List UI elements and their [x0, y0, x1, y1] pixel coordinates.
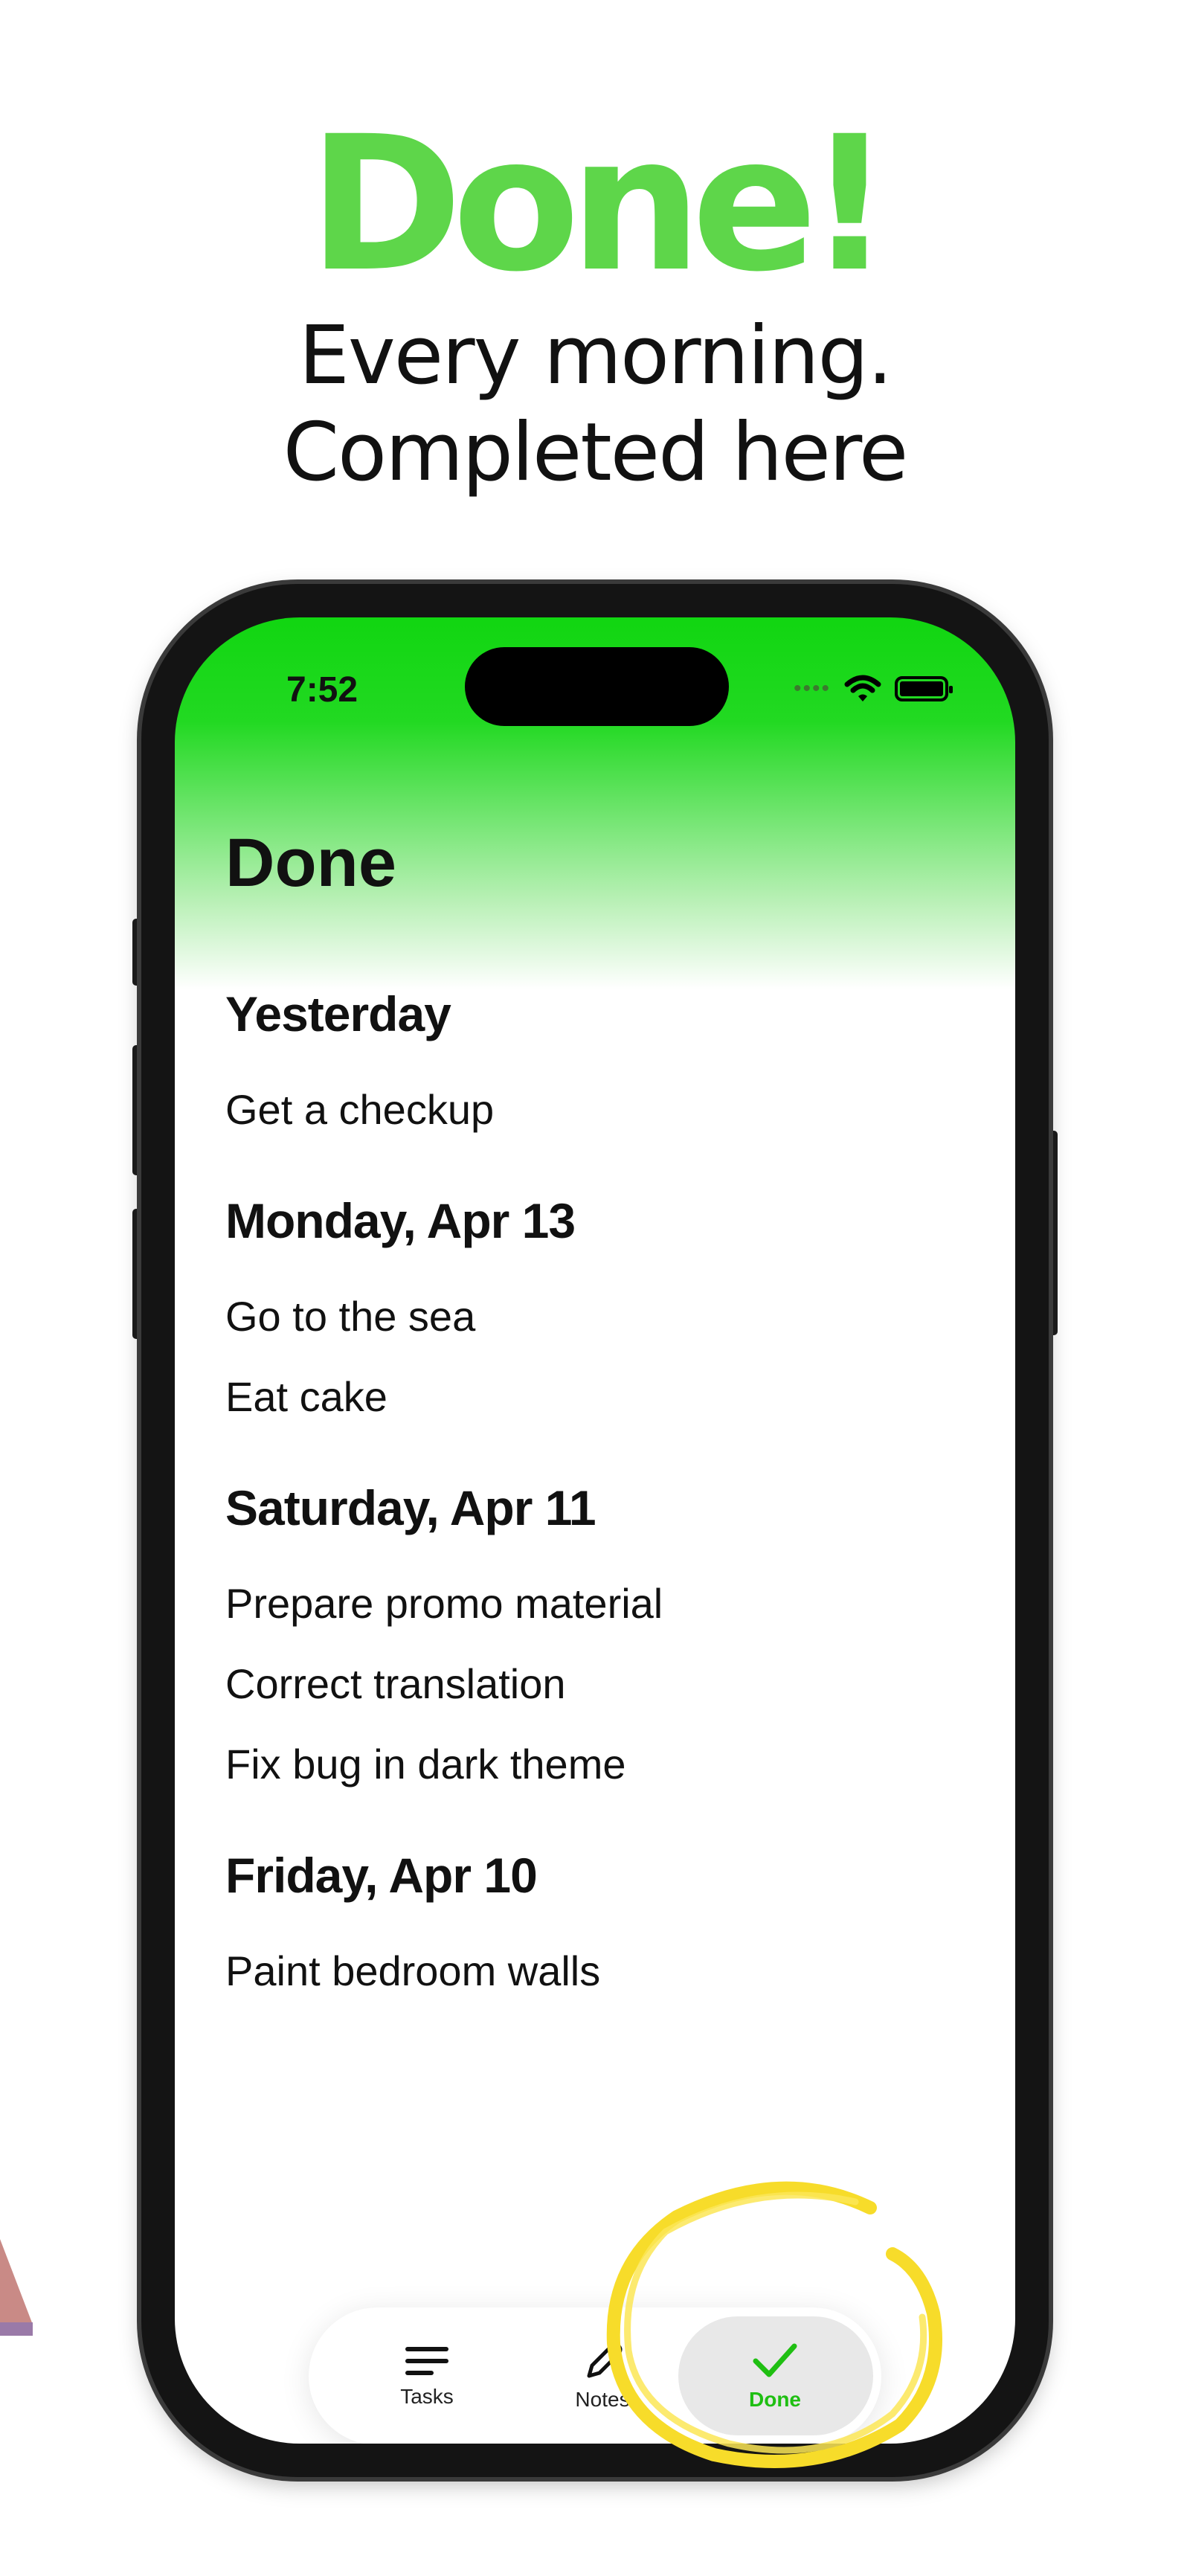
- section-heading: Yesterday: [225, 986, 451, 1041]
- promo-headline: Done!: [308, 96, 892, 312]
- list-item[interactable]: Fix bug in dark theme: [225, 1744, 969, 1785]
- list-item[interactable]: Eat cake: [225, 1376, 969, 1418]
- tab-bar: Tasks Notes Done: [309, 2307, 881, 2444]
- power-button: [1047, 1131, 1058, 1335]
- tab-done[interactable]: Done: [682, 2307, 868, 2444]
- section-heading: Monday, Apr 13: [225, 1193, 576, 1248]
- tab-label: Done: [749, 2387, 801, 2411]
- tab-tasks[interactable]: Tasks: [334, 2307, 520, 2444]
- list-item[interactable]: Prepare promo material: [225, 1583, 969, 1625]
- done-list: Yesterday Get a checkup Monday, Apr 13 G…: [225, 989, 969, 2058]
- dynamic-island: [465, 647, 729, 726]
- list-item[interactable]: Go to the sea: [225, 1296, 969, 1337]
- page-title: Done: [225, 825, 396, 901]
- tab-label: Tasks: [400, 2384, 454, 2408]
- status-time: 7:52: [286, 670, 358, 710]
- status-indicators: ••••: [793, 668, 953, 710]
- wifi-icon: [844, 675, 881, 701]
- checkmark-icon: [753, 2343, 797, 2377]
- promo-subline-2: Completed here: [283, 406, 909, 499]
- section-yesterday: Yesterday Get a checkup: [225, 989, 969, 1131]
- battery-icon: [895, 676, 953, 701]
- section-heading: Saturday, Apr 11: [225, 1480, 596, 1535]
- decorative-shape: [0, 2239, 33, 2336]
- list-lines-icon: [405, 2346, 448, 2375]
- phone-frame: 7:52 •••• Done Yesterday Get a checkup M…: [141, 584, 1049, 2477]
- list-item[interactable]: Get a checkup: [225, 1089, 969, 1131]
- section-monday-apr-13: Monday, Apr 13 Go to the sea Eat cake: [225, 1196, 969, 1418]
- section-friday-apr-10: Friday, Apr 10 Paint bedroom walls: [225, 1851, 969, 1992]
- tab-label: Notes: [575, 2387, 630, 2411]
- tab-notes[interactable]: Notes: [509, 2307, 695, 2444]
- section-heading: Friday, Apr 10: [225, 1848, 538, 1903]
- cellular-dots-icon: ••••: [793, 676, 831, 701]
- section-saturday-apr-11: Saturday, Apr 11 Prepare promo material …: [225, 1483, 969, 1785]
- list-item[interactable]: Correct translation: [225, 1663, 969, 1705]
- pencil-icon: [587, 2342, 623, 2377]
- promo-subline-1: Every morning.: [298, 309, 893, 402]
- list-item[interactable]: Paint bedroom walls: [225, 1950, 969, 1992]
- phone-screen: 7:52 •••• Done Yesterday Get a checkup M…: [175, 617, 1015, 2444]
